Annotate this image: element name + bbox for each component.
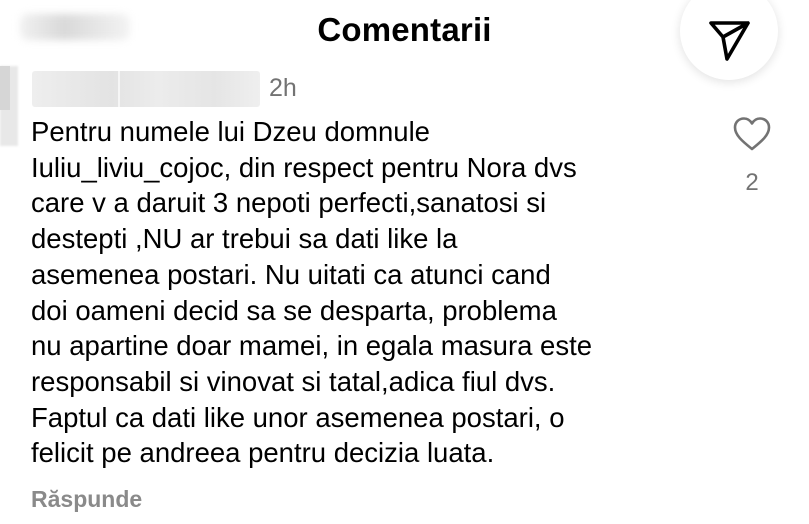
avatar-edge [0,66,10,110]
comment-timestamp: 2h [269,74,297,102]
comments-screen: Comentarii 2h Pentru numele lui Dzeu dom… [0,0,809,524]
comment-line: felicit pe andreea pentru decizia luata. [31,437,495,469]
comment-line: doi oameni decid sa se desparta, problem… [31,294,557,326]
blurred-username[interactable] [32,71,260,107]
reply-button[interactable]: Răspunde [31,484,142,514]
comment-line: destepti ,NU ar trebui sa dati like la [31,223,458,255]
comment-line: care v a daruit 3 nepoti perfecti,sanato… [31,187,547,219]
like-count: 2 [745,169,759,196]
paper-plane-icon [709,21,750,61]
heart-outline-icon [733,117,771,151]
comment-line: Pentru numele lui Dzeu domnule [31,116,430,147]
like-button[interactable] [726,114,778,157]
comment-body: Pentru numele lui Dzeu domnule Iuliu_liv… [31,114,721,471]
comment-line: responsabil si vinovat si tatal,adica fi… [31,365,556,397]
comment-line: asemenea postari. Nu uitati ca atunci ca… [31,258,551,290]
comment-line: Faptul ca dati like unor asemenea postar… [31,401,565,433]
comment-line: Iuliu_liviu_cojoc, din respect pentru No… [31,151,577,183]
comment-line: nu apartine doar mamei, in egala masura … [31,330,593,362]
share-button[interactable] [680,0,778,80]
